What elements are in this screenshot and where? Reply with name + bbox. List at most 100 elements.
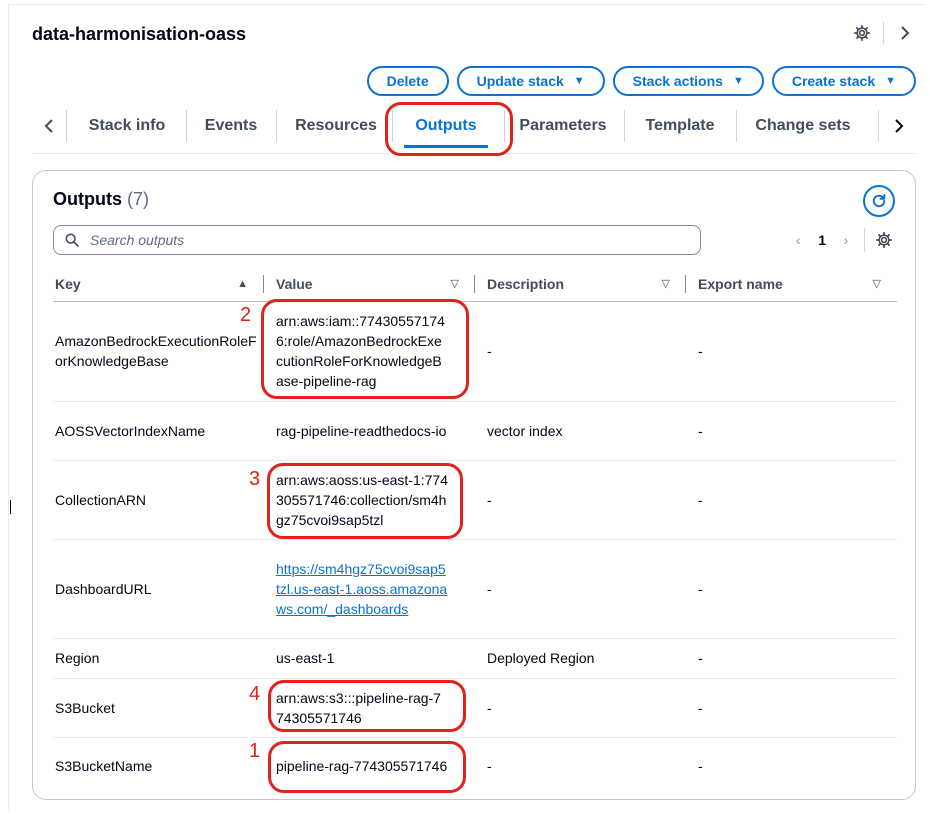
table-row: AOSSVectorIndexName rag-pipeline-readthe… — [53, 401, 897, 461]
next-page-icon[interactable]: › — [834, 232, 858, 248]
sort-desc-icon[interactable]: ▽ — [873, 277, 881, 290]
tab-resources[interactable]: Resources — [280, 104, 392, 148]
output-export: - — [686, 638, 897, 679]
outputs-panel: Outputs (7) ‹ 1 › Key ▲ Value ▽ Descriptio… — [32, 170, 916, 800]
output-key: Region — [53, 638, 264, 679]
output-description: - — [487, 758, 492, 775]
sort-desc-icon[interactable]: ▽ — [451, 277, 459, 290]
output-value: us-east-1 — [264, 638, 475, 679]
output-key: AmazonBedrockExecutionRoleForKnowledgeBa… — [53, 301, 264, 402]
search-box — [53, 225, 701, 255]
refresh-icon — [872, 194, 886, 208]
tab-parameters[interactable]: Parameters — [508, 104, 618, 148]
create-stack-button[interactable]: Create stack ▼ — [771, 66, 916, 96]
output-value: pipeline-rag-774305571746 — [276, 758, 448, 775]
settings-icon[interactable] — [873, 229, 895, 251]
table-header-row: Key ▲ Value ▽ Description ▽ Export name ▽ — [53, 267, 897, 302]
outputs-table: Key ▲ Value ▽ Description ▽ Export name ▽ Am… — [53, 267, 897, 795]
output-key: S3BucketName — [55, 758, 153, 775]
tab-outputs[interactable]: Outputs — [392, 104, 500, 148]
output-value: arn:aws:s3:::pipeline-rag-774305571746 — [276, 689, 441, 726]
header-tools — [851, 22, 916, 44]
settings-icon[interactable] — [851, 22, 873, 44]
tab-events[interactable]: Events — [188, 104, 274, 148]
delete-button[interactable]: Delete — [366, 66, 449, 96]
column-header-description[interactable]: Description ▽ — [475, 267, 686, 302]
caret-down-icon: ▼ — [732, 75, 744, 87]
tab-divider — [624, 110, 625, 142]
tab-bar: Stack info Events Resources Outputs Para… — [32, 104, 916, 154]
divider — [883, 22, 884, 44]
chevron-left-icon[interactable] — [36, 114, 62, 138]
output-description: Deployed Region — [475, 638, 686, 679]
column-key-label: Key — [55, 275, 81, 292]
output-description: - — [475, 678, 686, 738]
current-page[interactable]: 1 — [818, 232, 826, 248]
output-export: - — [686, 539, 897, 639]
tab-stack-info[interactable]: Stack info — [72, 104, 182, 148]
tab-divider — [736, 110, 737, 142]
tab-divider — [276, 110, 277, 142]
annotation-number: 1 — [249, 740, 261, 762]
search-icon — [65, 233, 79, 247]
output-description: vector index — [475, 401, 686, 461]
previous-page-icon[interactable]: ‹ — [786, 232, 810, 248]
output-export: - — [686, 301, 897, 402]
pagination: ‹ 1 › — [786, 227, 895, 253]
output-value: arn:aws:iam::774305571746:role/AmazonBed… — [276, 313, 445, 389]
search-input[interactable] — [88, 231, 700, 249]
column-value-label: Value — [276, 275, 313, 292]
table-row: DashboardURL https://sm4hgz75cvoi9sap5tz… — [53, 539, 897, 639]
divider — [864, 228, 865, 252]
output-description: - — [475, 460, 686, 540]
output-description: - — [475, 539, 686, 639]
tab-divider — [504, 110, 505, 142]
output-value: arn:aws:aoss:us-east-1:774305571746:coll… — [276, 471, 448, 528]
column-header-value[interactable]: Value ▽ — [264, 267, 475, 302]
output-key: CollectionARN — [53, 460, 264, 540]
tab-template[interactable]: Template — [628, 104, 732, 148]
annotation-number: 3 — [249, 468, 261, 490]
table-row: AmazonBedrockExecutionRoleForKnowledgeBa… — [53, 301, 897, 402]
output-description: - — [475, 301, 686, 402]
refresh-button[interactable] — [863, 185, 895, 217]
stack-actions-button[interactable]: Stack actions ▼ — [612, 66, 764, 96]
tab-change-sets[interactable]: Change sets — [740, 104, 866, 148]
caret-down-icon: ▼ — [573, 75, 585, 87]
sort-asc-icon[interactable]: ▲ — [237, 278, 248, 290]
outputs-heading: Outputs (7) — [53, 189, 149, 210]
output-export: - — [686, 460, 897, 540]
chevron-right-icon[interactable] — [894, 22, 916, 44]
tab-divider — [186, 110, 187, 142]
update-stack-button[interactable]: Update stack ▼ — [456, 66, 605, 96]
chevron-right-icon[interactable] — [886, 114, 912, 138]
delete-label: Delete — [386, 73, 429, 89]
column-header-key[interactable]: Key ▲ — [53, 267, 264, 302]
column-description-label: Description — [487, 275, 565, 292]
tab-divider — [878, 110, 879, 142]
output-value: rag-pipeline-readthedocs-io — [276, 422, 447, 439]
text-cursor — [10, 500, 11, 514]
output-export: - — [698, 758, 703, 775]
dashboard-url-link[interactable]: https://sm4hgz75cvoi9sap5tzl.us-east-1.a… — [276, 559, 448, 619]
annotation-number: 2 — [240, 304, 252, 326]
create-stack-label: Create stack — [791, 73, 876, 89]
outputs-title: Outputs — [53, 189, 122, 209]
update-stack-label: Update stack — [476, 73, 564, 89]
output-key: DashboardURL — [53, 539, 264, 639]
output-export: - — [686, 678, 897, 738]
table-row: Region us-east-1 Deployed Region - — [53, 638, 897, 679]
table-row: S3Bucket arn:aws:s3:::pipeline-rag-77430… — [53, 678, 897, 738]
outputs-count: (7) — [127, 189, 150, 209]
column-header-export-name[interactable]: Export name ▽ — [686, 267, 897, 302]
annotation-number: 4 — [249, 683, 261, 705]
caret-down-icon: ▼ — [885, 75, 896, 87]
stack-title: data-harmonisation-oass — [32, 24, 247, 44]
sort-desc-icon[interactable]: ▽ — [662, 277, 670, 290]
output-key: AOSSVectorIndexName — [53, 401, 264, 461]
column-export-label: Export name — [698, 275, 783, 292]
stack-actions-label: Stack actions — [632, 73, 723, 89]
tab-divider — [66, 110, 67, 142]
output-export: - — [686, 401, 897, 461]
table-row: CollectionARN arn:aws:aoss:us-east-1:774… — [53, 460, 897, 540]
